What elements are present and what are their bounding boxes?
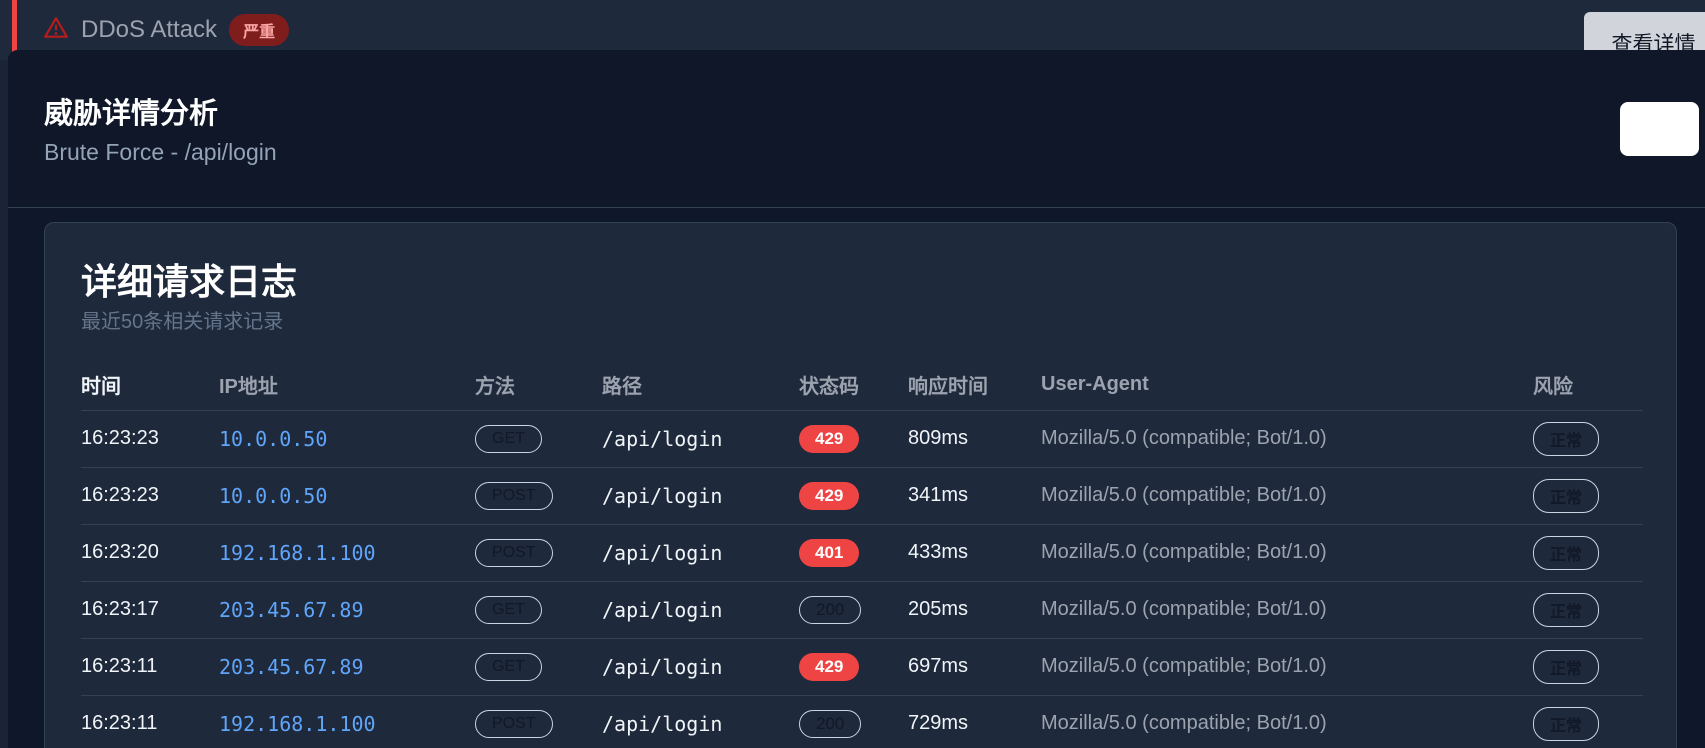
method-badge: POST <box>475 538 553 567</box>
column-header-ip: IP地址 <box>219 360 475 411</box>
cell-user-agent: Mozilla/5.0 (compatible; Bot/1.0) <box>1041 581 1533 639</box>
cell-ip-link[interactable]: 203.45.67.89 <box>219 638 475 696</box>
cell-ip-link[interactable]: 10.0.0.50 <box>219 410 475 468</box>
table-row[interactable]: 16:23:23 10.0.0.50 POST/api/login 429 341ms M… <box>81 467 1643 525</box>
cell-user-agent: Mozilla/5.0 (compatible; Bot/1.0) <box>1041 695 1533 748</box>
column-header-method: 方法 <box>475 360 602 411</box>
cell-user-agent: Mozilla/5.0 (compatible; Bot/1.0) <box>1041 638 1533 696</box>
cell-user-agent: Mozilla/5.0 (compatible; Bot/1.0) <box>1041 524 1533 582</box>
risk-badge: 正常 <box>1533 535 1600 570</box>
request-log-card: 详细请求日志 最近50条相关请求记录 时间 IP地址 方法 路径 状态码 响应时… <box>44 222 1677 748</box>
table-row[interactable]: 16:23:17 203.45.67.89 GET/api/login 200 205m… <box>81 581 1643 639</box>
cell-user-agent: Mozilla/5.0 (compatible; Bot/1.0) <box>1041 410 1533 468</box>
column-header-risk: 风险 <box>1533 360 1643 411</box>
cell-path: /api/login <box>602 410 799 468</box>
cell-response-time: 697ms <box>908 638 1041 696</box>
cell-time: 16:23:17 <box>81 581 219 639</box>
column-header-status: 状态码 <box>799 360 908 411</box>
table-row[interactable]: 16:23:11 192.168.1.100 POST/api/login 200 72… <box>81 695 1643 748</box>
cell-response-time: 729ms <box>908 695 1041 748</box>
risk-badge: 正常 <box>1533 478 1600 513</box>
method-badge: GET <box>475 424 542 453</box>
method-badge: GET <box>475 652 542 681</box>
cell-time: 16:23:11 <box>81 638 219 696</box>
alert-title: DDoS Attack <box>81 16 218 43</box>
cell-time: 16:23:23 <box>81 467 219 525</box>
method-badge: GET <box>475 595 542 624</box>
severity-badge: 严重 <box>229 14 290 46</box>
cell-time: 16:23:11 <box>81 695 219 748</box>
cell-ip-link[interactable]: 10.0.0.50 <box>219 467 475 525</box>
column-header-path: 路径 <box>602 360 799 411</box>
modal-title: 威胁详情分析 <box>44 98 219 130</box>
table-row[interactable]: 16:23:20 192.168.1.100 POST/api/login 401 43… <box>81 524 1643 582</box>
method-badge: POST <box>475 709 553 738</box>
status-code-badge: 200 <box>799 595 862 624</box>
cell-response-time: 205ms <box>908 581 1041 639</box>
column-header-user-agent: User-Agent <box>1041 360 1533 411</box>
cell-user-agent: Mozilla/5.0 (compatible; Bot/1.0) <box>1041 467 1533 525</box>
modal-subtitle: Brute Force - /api/login <box>44 139 277 165</box>
cell-time: 16:23:23 <box>81 410 219 468</box>
cell-path: /api/login <box>602 638 799 696</box>
column-header-time: 时间 <box>81 360 219 411</box>
risk-badge: 正常 <box>1533 421 1600 456</box>
cell-path: /api/login <box>602 581 799 639</box>
status-code-badge: 429 <box>799 652 860 681</box>
cell-ip-link[interactable]: 192.168.1.100 <box>219 524 475 582</box>
request-log-table: 时间 IP地址 方法 路径 状态码 响应时间 User-Agent 风险 16:… <box>81 360 1643 748</box>
threat-detail-modal: 威胁详情分析 Brute Force - /api/login 详细请求日志 最… <box>8 50 1705 748</box>
cell-path: /api/login <box>602 467 799 525</box>
warning-icon <box>43 15 69 46</box>
status-code-badge: 401 <box>799 538 860 567</box>
close-modal-button[interactable] <box>1620 102 1699 156</box>
card-subtitle: 最近50条相关请求记录 <box>81 311 284 333</box>
cell-response-time: 433ms <box>908 524 1041 582</box>
risk-badge: 正常 <box>1533 592 1600 627</box>
status-code-badge: 200 <box>799 709 862 738</box>
cell-response-time: 341ms <box>908 467 1041 525</box>
card-title: 详细请求日志 <box>81 261 298 302</box>
cell-path: /api/login <box>602 524 799 582</box>
status-code-badge: 429 <box>799 481 860 510</box>
cell-ip-link[interactable]: 203.45.67.89 <box>219 581 475 639</box>
cell-ip-link[interactable]: 192.168.1.100 <box>219 695 475 748</box>
table-header-row: 时间 IP地址 方法 路径 状态码 响应时间 User-Agent 风险 <box>81 360 1643 411</box>
risk-badge: 正常 <box>1533 706 1600 741</box>
cell-response-time: 809ms <box>908 410 1041 468</box>
table-row[interactable]: 16:23:23 10.0.0.50 GET/api/login 429 809ms Mo… <box>81 410 1643 468</box>
risk-badge: 正常 <box>1533 649 1600 684</box>
cell-time: 16:23:20 <box>81 524 219 582</box>
column-header-response-time: 响应时间 <box>908 360 1041 411</box>
method-badge: POST <box>475 481 553 510</box>
table-row[interactable]: 16:23:11 203.45.67.89 GET/api/login 429 697m… <box>81 638 1643 696</box>
cell-path: /api/login <box>602 695 799 748</box>
status-code-badge: 429 <box>799 424 860 453</box>
modal-header: 威胁详情分析 Brute Force - /api/login <box>8 50 1705 208</box>
